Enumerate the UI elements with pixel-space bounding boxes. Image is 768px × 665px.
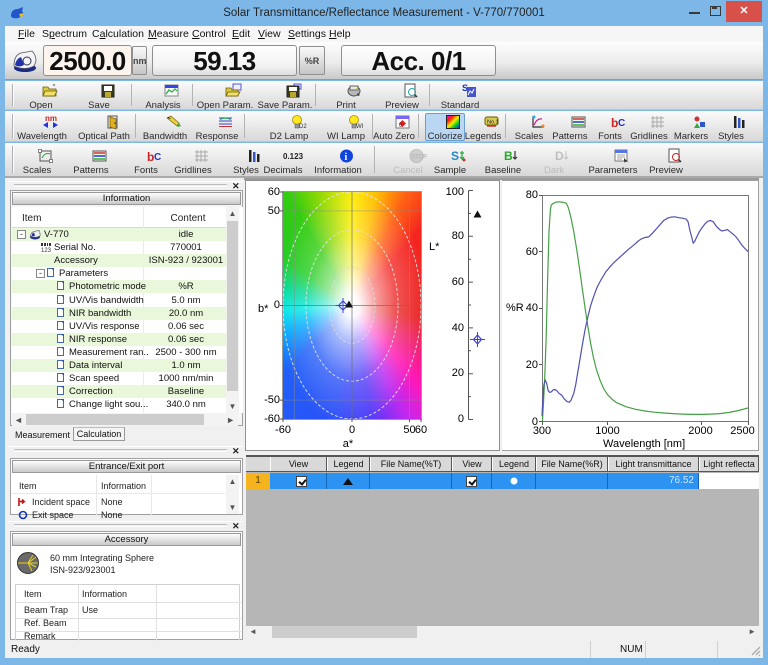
- svg-text:D: D: [555, 149, 564, 163]
- svg-text:No.1: No.1: [487, 120, 499, 126]
- svg-text:S: S: [451, 149, 459, 163]
- svg-text:WI: WI: [356, 124, 364, 130]
- svg-text:C: C: [618, 118, 625, 129]
- svg-text:i: i: [345, 152, 348, 163]
- svg-text:B: B: [504, 149, 513, 163]
- svg-text:C: C: [154, 152, 161, 163]
- svg-text:nm: nm: [45, 114, 57, 123]
- svg-text:0.123: 0.123: [283, 152, 304, 161]
- svg-text:D2: D2: [299, 124, 307, 130]
- svg-text:123: 123: [41, 248, 52, 254]
